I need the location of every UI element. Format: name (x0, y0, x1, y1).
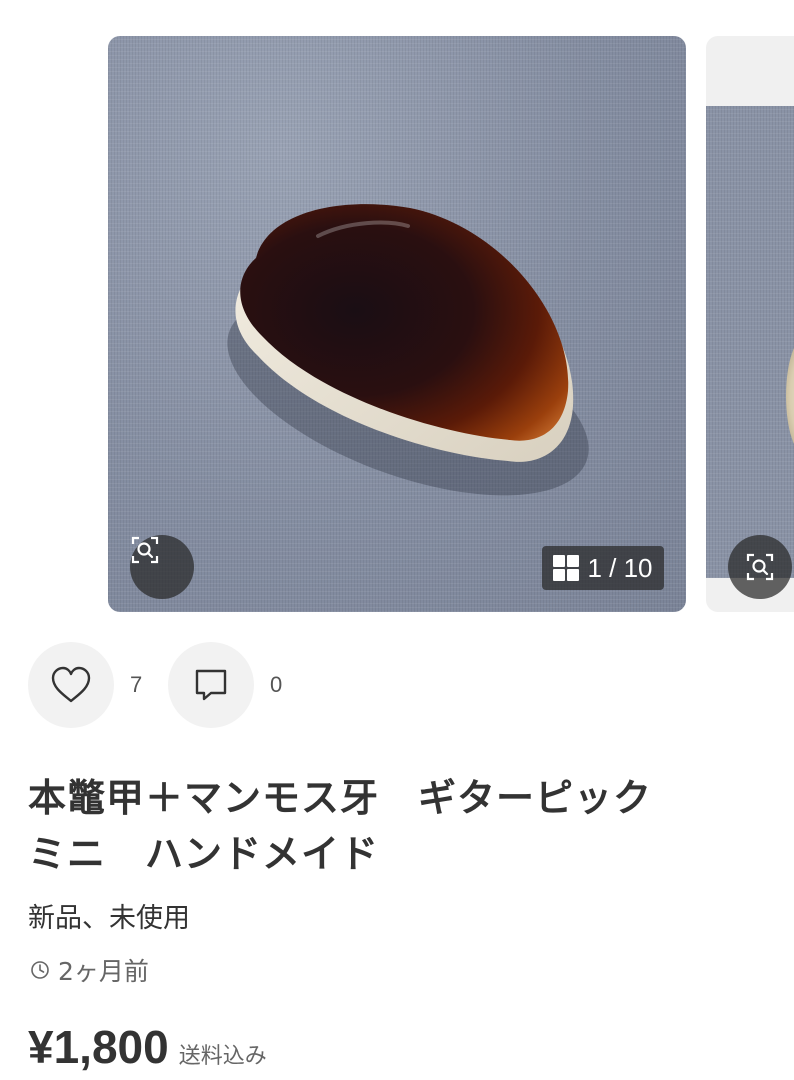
zoom-button-next[interactable] (728, 535, 792, 599)
item-condition: 新品、未使用 (28, 903, 190, 934)
posted-time-label: 2ヶ月前 (58, 957, 149, 986)
clock-icon (31, 961, 49, 979)
like-button[interactable] (28, 642, 114, 728)
zoom-search-icon (131, 536, 159, 564)
item-title: 本鼈甲＋マンモス牙 ギターピック ミニ ハンドメイド (28, 776, 653, 876)
heart-icon (51, 666, 91, 703)
grid-icon (553, 555, 580, 581)
comment-count: 0 (270, 672, 283, 697)
price-row: ¥1,800 送料込み (28, 1020, 267, 1074)
comment-button[interactable] (168, 642, 254, 728)
posted-time: 2ヶ月前 (30, 952, 149, 988)
guitar-pick-illustration (227, 204, 589, 496)
image-counter[interactable]: 1 / 10 (542, 546, 664, 590)
item-actions: 7 0 (28, 642, 308, 728)
zoom-search-icon (746, 553, 774, 581)
like-count: 7 (130, 672, 143, 697)
next-product-photo[interactable] (706, 36, 794, 612)
shipping-label: 送料込み (178, 1044, 267, 1069)
image-counter-label: 1 / 10 (587, 552, 653, 583)
product-photo[interactable]: 1 / 10 (108, 36, 686, 612)
zoom-button[interactable] (130, 535, 194, 599)
image-carousel[interactable]: 1 / 10 (0, 0, 794, 640)
comment-icon (195, 669, 227, 701)
item-price: ¥1,800 (28, 1021, 169, 1073)
